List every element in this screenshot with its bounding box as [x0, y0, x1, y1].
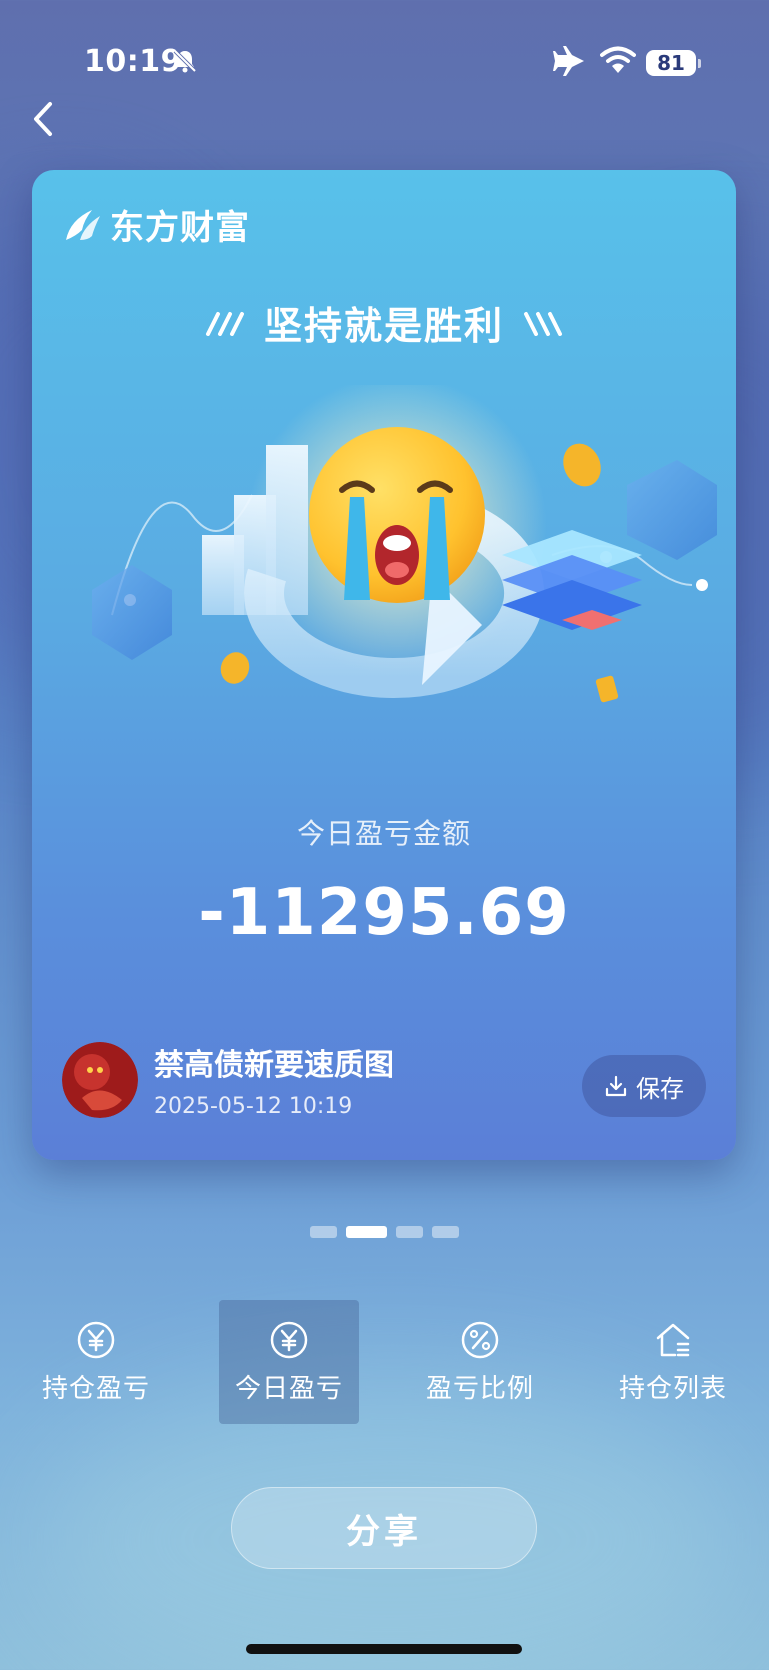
tab-label: 持仓盈亏 [41, 1374, 150, 1404]
pnl-share-card: 东方财富 坚持就是胜利 今日盈亏金额 -11295.69 禁高债新要速质图 20… [32, 170, 736, 1160]
back-chevron-icon[interactable] [26, 98, 60, 140]
percent-circle-icon [461, 1321, 499, 1359]
tab-label: 盈亏比例 [425, 1374, 534, 1404]
user-name: 禁高债新要速质图 [154, 1048, 394, 1083]
page-indicator [0, 1226, 769, 1238]
tab-position-pnl[interactable]: 持仓盈亏 [26, 1300, 166, 1424]
bell-muted-icon [173, 49, 197, 73]
home-indicator[interactable] [246, 1644, 522, 1654]
share-button[interactable]: 分享 [231, 1487, 537, 1569]
tab-label: 持仓列表 [618, 1374, 727, 1404]
right-slashes-icon [524, 311, 562, 336]
download-icon [605, 1075, 627, 1097]
headline-text: 坚持就是胜利 [263, 304, 504, 348]
page-dot-active[interactable] [346, 1226, 387, 1238]
airplane-icon [553, 46, 584, 76]
page-dot[interactable] [432, 1226, 459, 1238]
tab-label: 今日盈亏 [234, 1374, 343, 1404]
tab-position-list[interactable]: 持仓列表 [603, 1300, 743, 1424]
tab-today-pnl[interactable]: 今日盈亏 [219, 1300, 359, 1424]
battery-indicator: 81 [646, 50, 701, 76]
wifi-icon [600, 46, 636, 73]
card-type-tabs: 持仓盈亏 今日盈亏 盈亏比例 持仓列表 [0, 1300, 769, 1424]
status-bar: 10:19 81 [0, 0, 769, 120]
amount-label: 今日盈亏金额 [296, 817, 471, 850]
avatar [62, 1041, 138, 1118]
user-info: 禁高债新要速质图 2025-05-12 10:19 [62, 1040, 394, 1119]
brand-mark-icon [66, 209, 100, 240]
save-label: 保存 [636, 1074, 684, 1103]
user-timestamp: 2025-05-12 10:19 [154, 1094, 353, 1119]
page-dot[interactable] [396, 1226, 423, 1238]
save-button[interactable]: 保存 [582, 1055, 706, 1117]
pnl-amount: -11295.69 [198, 876, 570, 950]
left-slashes-icon [205, 311, 244, 336]
crying-emoji-illustration [92, 385, 717, 703]
status-time: 10:19 [84, 44, 182, 79]
house-list-icon [656, 1323, 690, 1357]
yen-circle-icon [77, 1321, 115, 1359]
brand-logo: 东方财富 [62, 200, 250, 249]
tab-pnl-ratio[interactable]: 盈亏比例 [410, 1300, 550, 1424]
page-dot[interactable] [310, 1226, 337, 1238]
headline: 坚持就是胜利 [32, 295, 736, 350]
yen-circle-icon [270, 1321, 308, 1359]
brand-name: 东方财富 [110, 208, 250, 248]
